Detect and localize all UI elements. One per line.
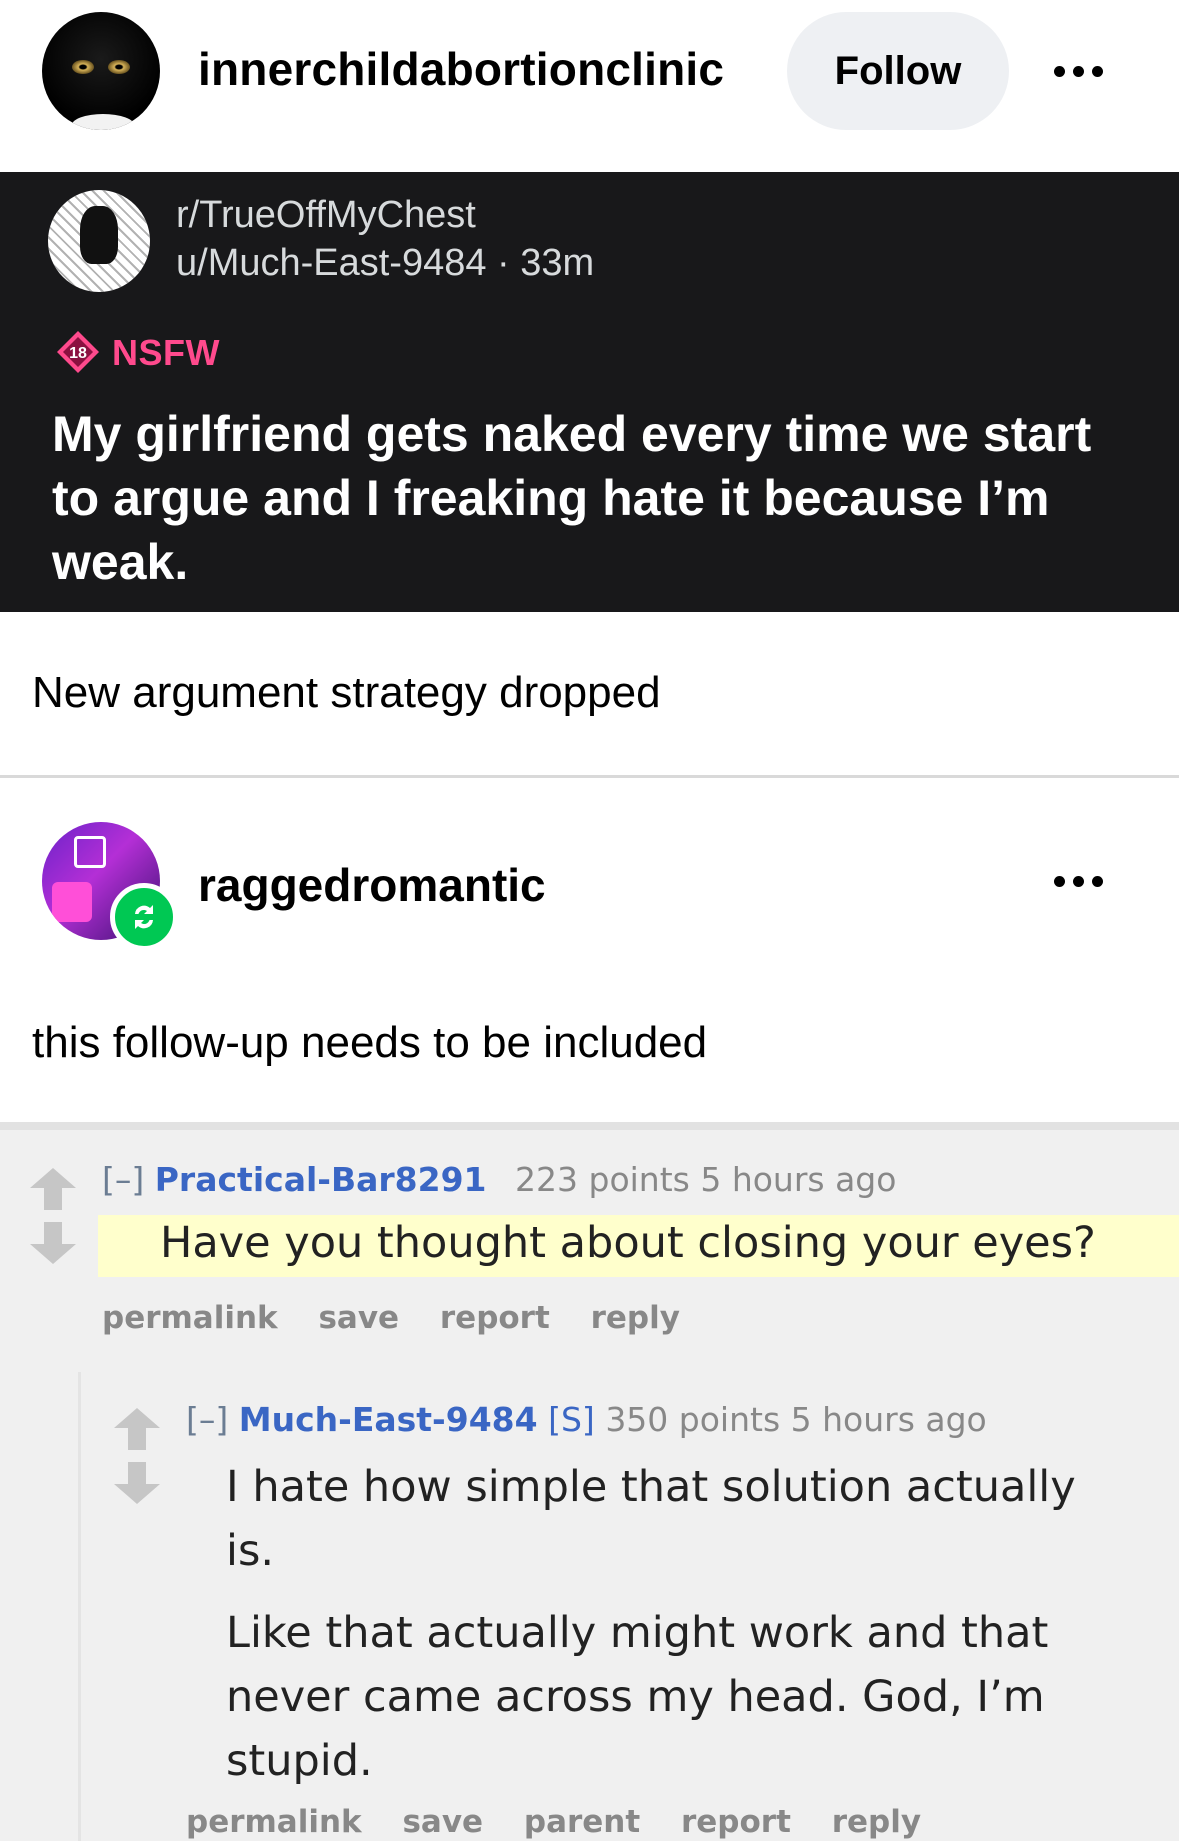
report-link[interactable]: report <box>440 1300 550 1336</box>
comment-actions: permalink save parent report reply <box>186 1804 951 1840</box>
downvote-arrow-icon[interactable] <box>112 1460 162 1506</box>
comment-body: Have you thought about closing your eyes… <box>160 1218 1096 1268</box>
cat-eye-icon <box>108 60 130 74</box>
submitter-tag: [S] <box>548 1400 595 1439</box>
comment-author[interactable]: Practical-Bar8291 <box>155 1160 487 1199</box>
cat-eye-icon <box>72 60 94 74</box>
follow-button[interactable]: Follow <box>787 12 1009 130</box>
comment-body: I hate how simple that solution actually… <box>226 1455 1126 1811</box>
divider <box>0 775 1179 778</box>
reblog-icon <box>110 883 178 951</box>
upvote-arrow-icon[interactable] <box>112 1406 162 1452</box>
comment-score-time: 223 points 5 hours ago <box>515 1160 897 1199</box>
permalink-link[interactable]: permalink <box>186 1804 362 1840</box>
comment-author[interactable]: Much-East-9484 <box>239 1400 538 1439</box>
nsfw-label: NSFW <box>112 332 220 373</box>
subreddit-avatar <box>48 190 150 292</box>
post-caption: New argument strategy dropped <box>32 668 661 717</box>
save-link[interactable]: save <box>318 1300 399 1336</box>
reddit-user-line: u/Much-East-9484 · 33m <box>176 242 595 284</box>
comment-actions: permalink save report reply <box>102 1300 710 1336</box>
comment-score-time: 350 points 5 hours ago <box>605 1400 987 1439</box>
comment-paragraph: I hate how simple that solution actually… <box>226 1462 1076 1576</box>
reply-link[interactable]: reply <box>591 1300 680 1336</box>
reply-link[interactable]: reply <box>832 1804 921 1840</box>
comment-meta: [–] Practical-Bar8291 223 points 5 hours… <box>102 1160 896 1199</box>
parent-link[interactable]: parent <box>524 1804 640 1840</box>
subreddit-name: r/TrueOffMyChest <box>176 194 476 236</box>
comment-paragraph: Like that actually might work and that n… <box>226 1608 1049 1786</box>
nsfw-number: 18 <box>69 345 87 362</box>
report-link[interactable]: report <box>681 1804 791 1840</box>
collapse-toggle[interactable]: [–] <box>102 1160 144 1199</box>
permalink-link[interactable]: permalink <box>102 1300 278 1336</box>
post-username[interactable]: innerchildabortionclinic <box>198 42 724 96</box>
reddit-post-title: My girlfriend gets naked every time we s… <box>52 406 1092 590</box>
avatar[interactable] <box>42 12 160 130</box>
comment-meta: [–] Much-East-9484 [S] 350 points 5 hour… <box>186 1400 987 1439</box>
thread-line <box>78 1372 81 1841</box>
more-options-icon[interactable] <box>1054 66 1103 77</box>
more-options-icon[interactable] <box>1054 876 1103 887</box>
upvote-arrow-icon[interactable] <box>28 1166 78 1212</box>
save-link[interactable]: save <box>402 1804 483 1840</box>
reblogger-username[interactable]: raggedromantic <box>198 858 546 912</box>
avatar-chin <box>72 114 134 130</box>
reblog-caption: this follow-up needs to be included <box>32 1018 708 1067</box>
downvote-arrow-icon[interactable] <box>28 1220 78 1266</box>
nsfw-badge-icon: 18 <box>57 331 99 373</box>
collapse-toggle[interactable]: [–] <box>186 1400 228 1439</box>
